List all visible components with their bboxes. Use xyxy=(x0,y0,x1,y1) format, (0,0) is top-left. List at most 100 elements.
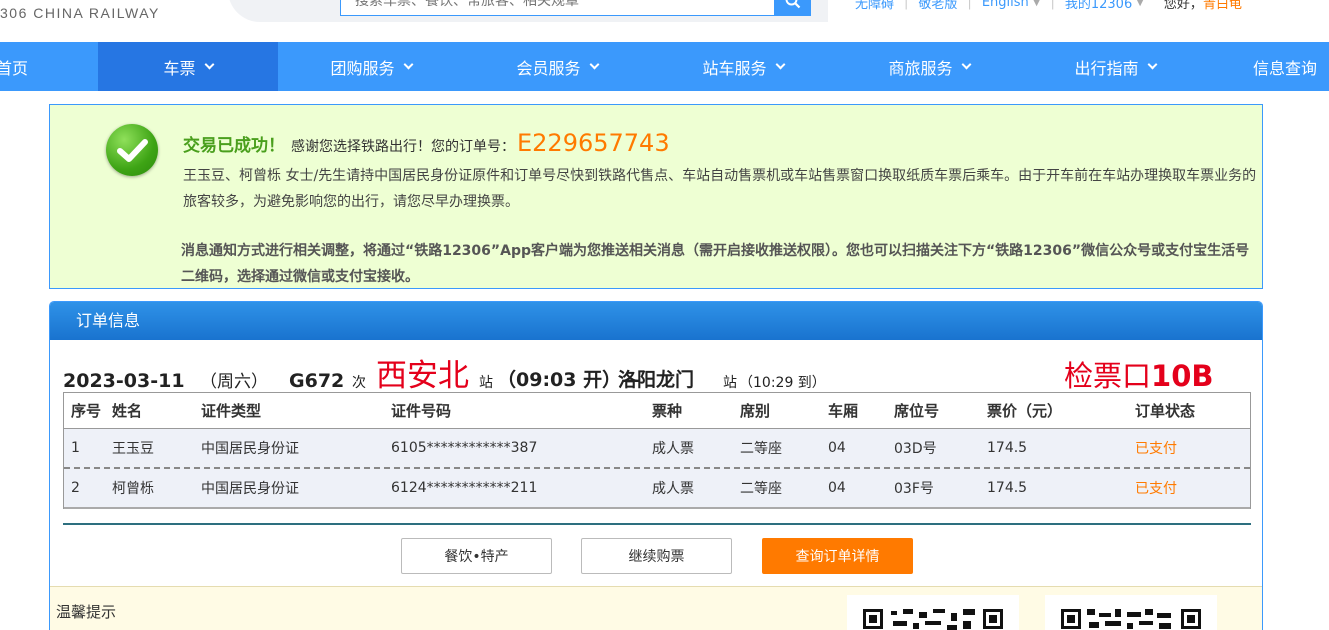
train-number: G672 xyxy=(289,370,345,392)
nav-item-tickets[interactable]: 车票 xyxy=(98,42,278,91)
station-suffix: 站 xyxy=(723,375,737,391)
trip-summary: 2023-03-11 （周六） G672 次 西安北 站 （09:03 开）— … xyxy=(63,356,1253,396)
nav-item-member-service[interactable]: 会员服务 xyxy=(464,42,650,91)
order-panel-header: 订单信息 xyxy=(50,302,1262,340)
cell-id-type: 中国居民身份证 xyxy=(201,481,299,497)
cell-price: 174.5 xyxy=(987,440,1028,456)
column-header: 证件类型 xyxy=(201,402,262,420)
tips-section: 温馨提示 xyxy=(50,586,1262,630)
arrive-time: （10:29 到） xyxy=(739,375,826,391)
passenger-table: 序号 姓名 证件类型 证件号码 票种 席别 车厢 席位号 票价（元） 订单状态 … xyxy=(63,392,1251,509)
column-header: 姓名 xyxy=(112,402,143,420)
link-english[interactable]: English xyxy=(982,0,1029,10)
success-title-line: 交易已成功！ 感谢您选择铁路出行！您的订单号： E229657743 xyxy=(183,129,670,157)
cell-name: 王玉豆 xyxy=(112,441,154,457)
chevron-down-icon: ▼ xyxy=(1136,0,1144,8)
nav-item-label: 商旅服务 xyxy=(888,58,953,78)
food-specialty-button[interactable]: 餐饮•特产 xyxy=(401,538,552,574)
search-input[interactable] xyxy=(340,0,776,16)
nav-item-station-service[interactable]: 站车服务 xyxy=(650,42,836,91)
nav-item-label: 车票 xyxy=(163,58,196,78)
order-info-panel: 订单信息 2023-03-11 （周六） G672 次 西安北 站 （09:03… xyxy=(49,301,1263,630)
cell-seat-no: 03F号 xyxy=(894,481,934,497)
cell-ticket-type: 成人票 xyxy=(652,441,694,457)
chevron-down-icon xyxy=(961,59,971,69)
link-elderly[interactable]: 敬老版 xyxy=(918,0,957,12)
link-accessibility[interactable]: 无障碍 xyxy=(855,0,894,12)
nav-item-info-query[interactable]: 信息查询 xyxy=(1208,42,1329,91)
from-station: 西安北 xyxy=(376,358,469,394)
table-row: 1 王玉豆 中国居民身份证 6105************387 成人票 二等… xyxy=(64,429,1250,469)
cell-status: 已支付 xyxy=(1135,441,1177,457)
chevron-down-icon xyxy=(1147,59,1157,69)
divider: | xyxy=(904,0,909,10)
greeting-text: 您好， xyxy=(1163,0,1203,12)
table-row: 2 柯曾栎 中国居民身份证 6124************211 成人票 二等… xyxy=(64,469,1250,509)
success-title: 交易已成功！ xyxy=(183,136,285,156)
gate-label: 检票口 xyxy=(1064,359,1152,393)
pickup-instructions: 王玉豆、柯曾栎 女士/先生请持中国居民身份证原件和订单号尽快到铁路代售点、车站自… xyxy=(183,168,1257,210)
search-button[interactable] xyxy=(774,0,811,16)
logo-text: 306 CHINA RAILWAY xyxy=(0,5,160,21)
user-name-link[interactable]: 青白龟 xyxy=(1203,0,1242,12)
cell-id-number: 6124************211 xyxy=(391,480,538,496)
chevron-down-icon xyxy=(204,59,214,69)
cell-price: 174.5 xyxy=(987,480,1028,496)
divider xyxy=(63,523,1251,525)
column-header: 证件号码 xyxy=(391,402,452,420)
cell-id-type: 中国居民身份证 xyxy=(201,441,299,457)
cell-car: 04 xyxy=(828,480,846,496)
nav-item-label: 会员服务 xyxy=(516,58,581,78)
link-my-12306[interactable]: 我的12306 xyxy=(1065,0,1132,12)
nav-item-group-service[interactable]: 团购服务 xyxy=(278,42,464,91)
cell-seat-no: 03D号 xyxy=(894,441,937,457)
divider: | xyxy=(967,0,972,10)
column-header: 席位号 xyxy=(894,402,940,420)
column-header: 序号 xyxy=(71,402,102,420)
chevron-down-icon xyxy=(589,59,599,69)
continue-booking-button[interactable]: 继续购票 xyxy=(581,538,732,574)
nav-item-label: 站车服务 xyxy=(702,58,767,78)
station-suffix: 站 xyxy=(479,375,493,391)
nav-item-business-travel[interactable]: 商旅服务 xyxy=(836,42,1022,91)
top-links: 无障碍 | 敬老版 | English ▼ | 我的12306 ▼ 您好， 青白龟 xyxy=(855,0,1242,12)
nav-item-home[interactable]: 首页 xyxy=(0,42,74,91)
chevron-down-icon xyxy=(403,59,413,69)
alipay-qr-code xyxy=(1045,595,1217,630)
order-detail-button[interactable]: 查询订单详情 xyxy=(762,538,913,574)
thanks-text: 感谢您选择铁路出行！您的订单号： xyxy=(291,139,515,155)
nav-item-label: 团购服务 xyxy=(330,58,395,78)
wechat-qr-code xyxy=(847,595,1019,630)
column-header: 席别 xyxy=(740,402,771,420)
success-message-box: 交易已成功！ 感谢您选择铁路出行！您的订单号： E229657743 王玉豆、柯… xyxy=(49,104,1263,289)
column-header: 车厢 xyxy=(828,402,859,420)
cell-car: 04 xyxy=(828,440,846,456)
gate-number: 10B xyxy=(1151,359,1214,393)
column-header: 票种 xyxy=(652,402,683,420)
nav-item-label: 信息查询 xyxy=(1253,58,1318,78)
chevron-down-icon: ▼ xyxy=(1032,0,1041,8)
cell-index: 2 xyxy=(71,480,80,496)
ticket-gate: 检票口10B xyxy=(1064,353,1213,395)
train-suffix: 次 xyxy=(352,375,366,391)
cell-seat-class: 二等座 xyxy=(740,481,782,497)
cell-seat-class: 二等座 xyxy=(740,441,782,457)
column-header: 票价（元） xyxy=(987,402,1063,420)
check-icon xyxy=(106,124,158,176)
cell-status: 已支付 xyxy=(1135,481,1177,497)
cell-ticket-type: 成人票 xyxy=(652,481,694,497)
order-number: E229657743 xyxy=(517,129,670,157)
nav-item-label: 首页 xyxy=(0,58,29,78)
top-header: 306 CHINA RAILWAY 无障碍 | 敬老版 | English▼ |… xyxy=(0,0,1329,42)
tips-title: 温馨提示 xyxy=(56,603,117,621)
search-icon xyxy=(785,0,800,9)
trip-weekday: （周六） xyxy=(200,372,268,392)
nav-item-label: 出行指南 xyxy=(1074,58,1139,78)
trip-date: 2023-03-11 xyxy=(63,370,185,392)
nav-item-travel-guide[interactable]: 出行指南 xyxy=(1022,42,1208,91)
main-nav: 首页 车票 团购服务 会员服务 站车服务 商旅服务 出行指南 信息查询 xyxy=(0,42,1329,91)
cell-id-number: 6105************387 xyxy=(391,440,538,456)
cell-name: 柯曾栎 xyxy=(112,481,154,497)
column-header: 订单状态 xyxy=(1135,402,1196,420)
chevron-down-icon xyxy=(775,59,785,69)
